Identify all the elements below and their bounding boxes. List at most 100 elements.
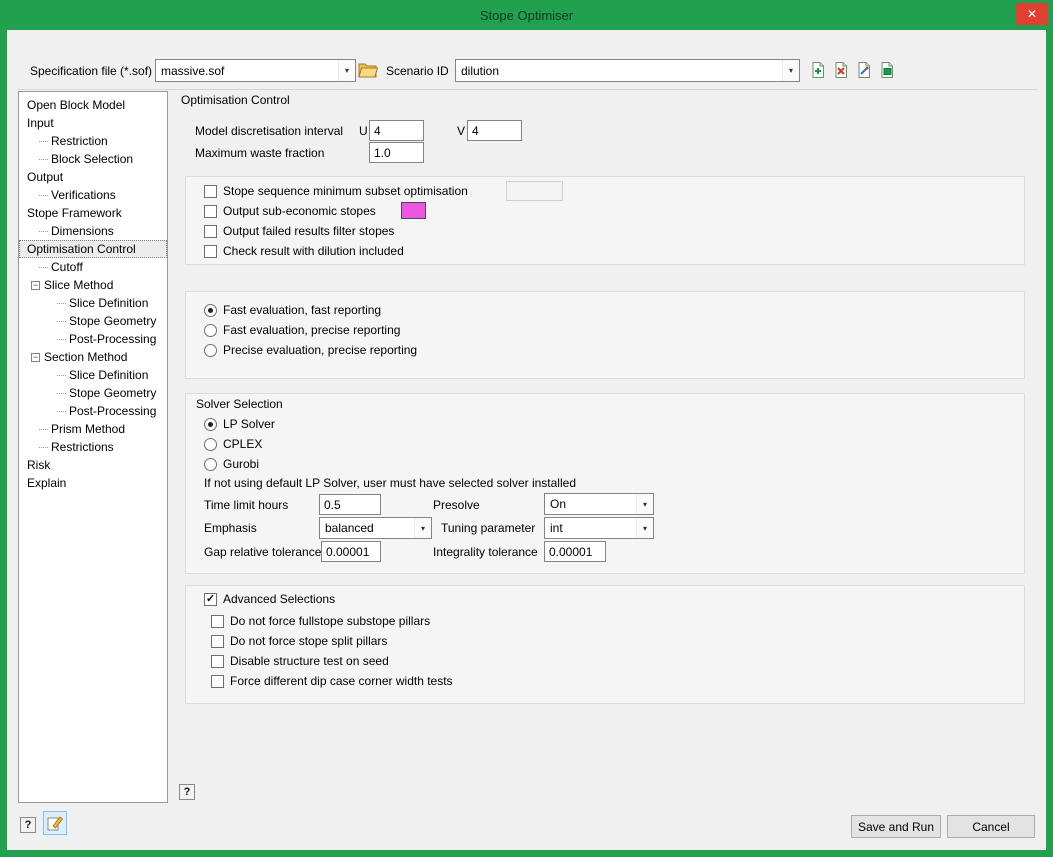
tree-item-dimensions[interactable]: Dimensions — [19, 222, 167, 240]
evaluation-panel: Fast evaluation, fast reporting Fast eva… — [185, 291, 1025, 379]
checkbox-structure-test[interactable]: Disable structure test on seed — [211, 654, 389, 668]
tree-item-input[interactable]: Input — [19, 114, 167, 132]
presolve-combo[interactable]: On ▾ — [544, 493, 654, 515]
open-folder-icon[interactable] — [358, 60, 378, 80]
tree-item-label: Optimisation Control — [27, 242, 136, 256]
tree-item-label: Dimensions — [51, 224, 114, 238]
edit-notes-icon[interactable] — [43, 811, 67, 835]
tree-item-restrictions[interactable]: Restrictions — [19, 438, 167, 456]
section-title: Optimisation Control — [181, 93, 290, 107]
radio-dot — [204, 458, 217, 471]
tree-item-risk[interactable]: Risk — [19, 456, 167, 474]
window-title: Stope Optimiser — [480, 8, 573, 23]
time-limit-input[interactable] — [319, 494, 381, 515]
scenario-id-value: dilution — [461, 64, 499, 78]
scenario-id-combo[interactable]: dilution ▾ — [455, 59, 800, 82]
tree-item-stope-geometry[interactable]: Stope Geometry — [19, 312, 167, 330]
tree-item-post-processing-2[interactable]: Post-Processing — [19, 402, 167, 420]
help-icon[interactable]: ? — [20, 817, 36, 833]
tree-item-output[interactable]: Output — [19, 168, 167, 186]
radio-fast-fast[interactable]: Fast evaluation, fast reporting — [204, 303, 381, 317]
tree-item-slice-definition-2[interactable]: Slice Definition — [19, 366, 167, 384]
tree-item-label: Block Selection — [51, 152, 133, 166]
radio-gurobi[interactable]: Gurobi — [204, 457, 259, 471]
tree-item-prism-method[interactable]: Prism Method — [19, 420, 167, 438]
scenario-add-icon[interactable] — [808, 60, 828, 80]
output-options-panel: Stope sequence minimum subset optimisati… — [185, 176, 1025, 265]
radio-label: Fast evaluation, precise reporting — [223, 323, 400, 337]
chevron-down-icon: ▾ — [636, 494, 653, 514]
close-icon[interactable]: ✕ — [1016, 3, 1048, 25]
tree-item-block-selection[interactable]: Block Selection — [19, 150, 167, 168]
gap-tolerance-input[interactable] — [321, 541, 381, 562]
tree-item-open-block-model[interactable]: Open Block Model — [19, 96, 167, 114]
tree-item-label: Explain — [27, 476, 66, 490]
waste-fraction-label: Maximum waste fraction — [195, 146, 324, 160]
u-label: U — [359, 124, 368, 138]
checkbox-fullstope-pillars[interactable]: Do not force fullstope substope pillars — [211, 614, 430, 628]
radio-label: Precise evaluation, precise reporting — [223, 343, 417, 357]
tree-item-slice-definition[interactable]: Slice Definition — [19, 294, 167, 312]
collapse-icon[interactable]: − — [31, 353, 40, 362]
waste-fraction-input[interactable] — [369, 142, 424, 163]
checkbox-label: Output sub-economic stopes — [223, 204, 376, 218]
gap-tolerance-label: Gap relative tolerance — [204, 545, 321, 559]
time-limit-label: Time limit hours — [204, 498, 288, 512]
tree-item-label: Stope Framework — [27, 206, 122, 220]
presolve-label: Presolve — [433, 498, 480, 512]
scenario-delete-icon[interactable] — [831, 60, 851, 80]
checkbox-stope-sequence[interactable]: Stope sequence minimum subset optimisati… — [204, 184, 468, 198]
radio-precise-precise[interactable]: Precise evaluation, precise reporting — [204, 343, 417, 357]
checkbox-box-checked: ✓ — [204, 593, 217, 606]
stope-optimiser-window: Stope Optimiser ✕ Specification file (*.… — [0, 0, 1053, 857]
tree-item-verifications[interactable]: Verifications — [19, 186, 167, 204]
tree-item-label: Prism Method — [51, 422, 125, 436]
integrality-tolerance-input[interactable] — [544, 541, 606, 562]
radio-lp-solver[interactable]: LP Solver — [204, 417, 275, 431]
tree-item-stope-framework[interactable]: Stope Framework — [19, 204, 167, 222]
checkbox-failed-results[interactable]: Output failed results filter stopes — [204, 224, 394, 238]
tree-item-section-method[interactable]: − Section Method — [19, 348, 167, 366]
checkbox-split-pillars[interactable]: Do not force stope split pillars — [211, 634, 387, 648]
tree-item-cutoff[interactable]: Cutoff — [19, 258, 167, 276]
solver-panel: Solver Selection LP Solver CPLEX Gurobi … — [185, 393, 1025, 574]
radio-cplex[interactable]: CPLEX — [204, 437, 262, 451]
tree-item-slice-method[interactable]: − Slice Method — [19, 276, 167, 294]
radio-dot — [204, 324, 217, 337]
color-swatch-button[interactable] — [401, 202, 426, 219]
tuning-parameter-combo[interactable]: int ▾ — [544, 517, 654, 539]
tree-item-optimisation-control[interactable]: Optimisation Control — [19, 240, 167, 258]
emphasis-combo[interactable]: balanced ▾ — [319, 517, 432, 539]
tree-item-label: Input — [27, 116, 54, 130]
help-icon[interactable]: ? — [179, 784, 195, 800]
tree-item-explain[interactable]: Explain — [19, 474, 167, 492]
radio-dot — [204, 418, 217, 431]
radio-dot — [204, 438, 217, 451]
scenario-rename-icon[interactable] — [854, 60, 874, 80]
radio-label: CPLEX — [223, 437, 262, 451]
scenario-save-icon[interactable] — [877, 60, 897, 80]
tree-item-post-processing[interactable]: Post-Processing — [19, 330, 167, 348]
v-input[interactable] — [467, 120, 522, 141]
radio-dot — [204, 304, 217, 317]
u-input[interactable] — [369, 120, 424, 141]
checkbox-sub-economic[interactable]: Output sub-economic stopes — [204, 204, 376, 218]
dialog-body: Specification file (*.sof) massive.sof ▾… — [7, 30, 1046, 850]
tree-item-label: Restrictions — [51, 440, 114, 454]
spec-file-combo[interactable]: massive.sof ▾ — [155, 59, 356, 82]
checkbox-advanced-selections[interactable]: ✓ Advanced Selections — [204, 592, 335, 606]
tree-item-stope-geometry-2[interactable]: Stope Geometry — [19, 384, 167, 402]
presolve-value: On — [550, 497, 566, 511]
cancel-button[interactable]: Cancel — [947, 815, 1035, 838]
radio-label: LP Solver — [223, 417, 275, 431]
save-and-run-button[interactable]: Save and Run — [851, 815, 941, 838]
chevron-down-icon: ▾ — [414, 518, 431, 538]
tree-item-restriction[interactable]: Restriction — [19, 132, 167, 150]
tree-item-label: Output — [27, 170, 63, 184]
collapse-icon[interactable]: − — [31, 281, 40, 290]
radio-label: Fast evaluation, fast reporting — [223, 303, 381, 317]
checkbox-dip-case-tests[interactable]: Force different dip case corner width te… — [211, 674, 453, 688]
advanced-panel: ✓ Advanced Selections Do not force fulls… — [185, 585, 1025, 704]
checkbox-dilution-check[interactable]: Check result with dilution included — [204, 244, 404, 258]
radio-fast-precise[interactable]: Fast evaluation, precise reporting — [204, 323, 400, 337]
